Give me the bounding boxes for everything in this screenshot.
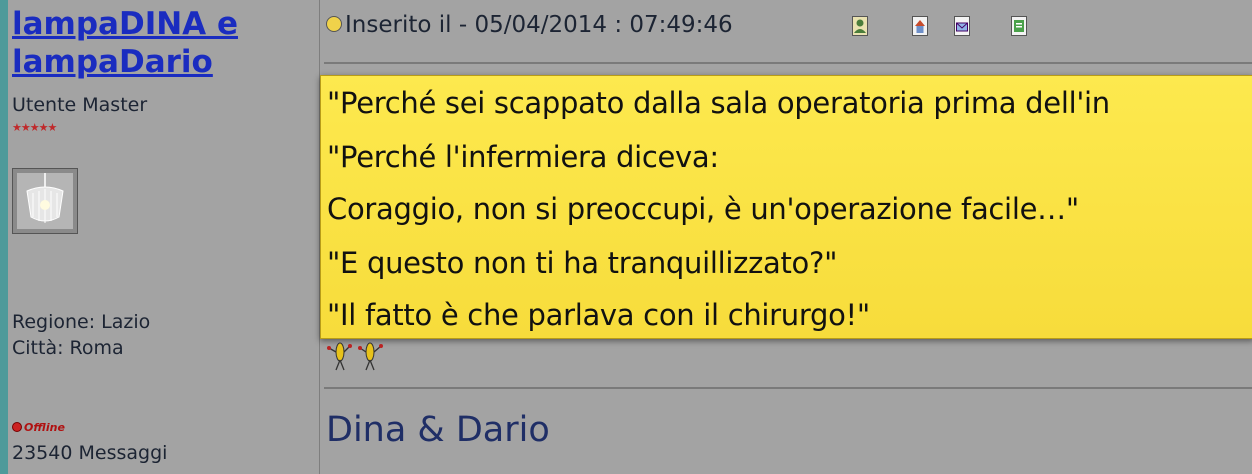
online-status: Offline bbox=[12, 421, 65, 434]
email-icon[interactable] bbox=[954, 16, 970, 36]
dancing-bananas-icon bbox=[327, 342, 383, 371]
sticky-note-joke: "Perché sei scappato dalla sala operator… bbox=[320, 75, 1252, 339]
signature: Dina & Dario bbox=[326, 410, 550, 450]
joke-line-3: Coraggio, non si preoccupi, è un'operazi… bbox=[327, 192, 1079, 226]
author-name-link[interactable]: lampaDINA e lampaDario bbox=[12, 5, 312, 81]
chandelier-icon bbox=[13, 169, 77, 233]
home-icon[interactable] bbox=[912, 16, 928, 36]
joke-line-2: "Perché l'infermiera diceva: bbox=[327, 140, 719, 174]
post-date: Inserito il - 05/04/2014 : 07:49:46 bbox=[345, 12, 733, 38]
author-sidebar: lampaDINA e lampaDario Utente Master ★★★… bbox=[0, 0, 320, 474]
location-info: Regione: Lazio Città: Roma bbox=[12, 309, 150, 361]
message-count: 23540 Messaggi bbox=[12, 442, 168, 464]
city-label: Città: Roma bbox=[12, 337, 124, 359]
joke-line-4: "E questo non ti ha tranquillizzato?" bbox=[327, 246, 838, 280]
rank-stars: ★★★★★ bbox=[12, 121, 57, 134]
joke-line-5: "Il fatto è che parlava con il chirurgo!… bbox=[327, 298, 870, 332]
avatar[interactable] bbox=[12, 168, 78, 234]
status-label: Offline bbox=[24, 421, 65, 434]
divider-top bbox=[324, 62, 1252, 64]
smiley-icon bbox=[326, 16, 342, 32]
joke-line-1: "Perché sei scappato dalla sala operator… bbox=[327, 86, 1110, 120]
divider-signature bbox=[324, 387, 1252, 389]
region-label: Regione: Lazio bbox=[12, 311, 151, 333]
quote-icon[interactable] bbox=[1011, 16, 1027, 36]
sidebar-edge bbox=[0, 0, 8, 474]
post-header: Inserito il - 05/04/2014 : 07:49:46 bbox=[326, 12, 733, 38]
author-rank: Utente Master bbox=[12, 94, 148, 116]
profile-icon[interactable] bbox=[852, 16, 868, 36]
status-dot-icon bbox=[12, 422, 22, 432]
